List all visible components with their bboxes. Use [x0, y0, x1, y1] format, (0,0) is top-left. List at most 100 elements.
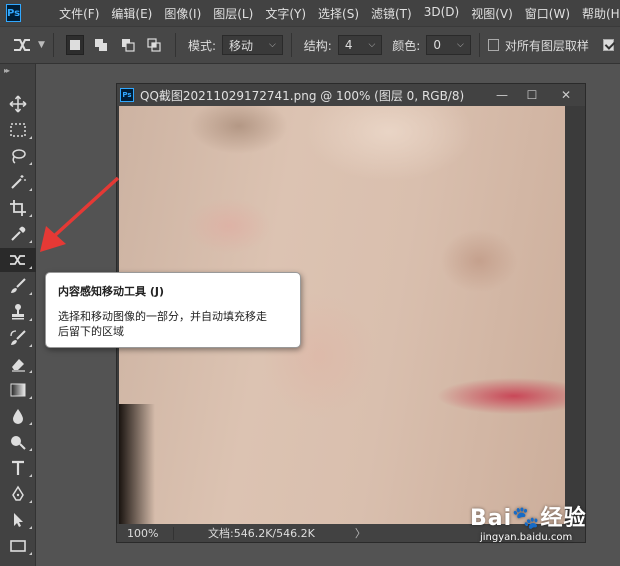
watermark-brand: Bai🐾经验 [470, 506, 587, 531]
photoshop-logo-icon: Ps [6, 4, 22, 22]
intersect-selection-icon [147, 38, 161, 52]
structure-label: 结构: [303, 38, 332, 53]
move-icon [9, 95, 27, 113]
collapse-icon[interactable]: ▸▸ [4, 66, 10, 75]
menu-help[interactable]: 帮助(H) [576, 5, 620, 22]
rectangle-tool[interactable] [0, 534, 36, 558]
add-to-selection-button[interactable] [92, 35, 110, 55]
status-menu-arrow-icon[interactable]: 〉 [355, 525, 366, 541]
submenu-indicator [29, 318, 32, 321]
eyedropper-tool[interactable] [0, 222, 36, 246]
quick-selection-tool[interactable] [0, 170, 36, 194]
eraser-tool[interactable] [0, 352, 36, 376]
submenu-indicator [29, 292, 32, 295]
mode-value: 移动 [229, 38, 254, 53]
lasso-tool[interactable] [0, 144, 36, 168]
mode-select[interactable]: 移动 ⌵ [222, 35, 283, 55]
submenu-indicator [29, 162, 32, 165]
close-button[interactable]: ✕ [551, 84, 581, 106]
path-selection-tool[interactable] [0, 508, 36, 532]
brush-tool[interactable] [0, 274, 36, 298]
intersect-selection-button[interactable] [145, 35, 163, 55]
menu-type[interactable]: 文字(Y) [259, 5, 312, 22]
type-tool[interactable] [0, 456, 36, 480]
submenu-indicator [29, 500, 32, 503]
divider [290, 33, 292, 57]
tooltip-body: 选择和移动图像的一部分，并自动填充移走 后留下的区域 [58, 309, 288, 339]
crop-icon [10, 200, 26, 216]
brush-icon [11, 278, 26, 293]
menu-view[interactable]: 视图(V) [465, 5, 519, 22]
submenu-indicator [29, 240, 32, 243]
minimize-icon: — [496, 88, 508, 102]
sample-all-layers-checkbox[interactable] [487, 39, 499, 51]
tooltip-body-line-1: 选择和移动图像的一部分，并自动填充移走 [58, 310, 267, 323]
submenu-indicator [29, 448, 32, 451]
menu-image[interactable]: 图像(I) [158, 5, 207, 22]
gradient-icon [10, 383, 26, 397]
menu-window[interactable]: 窗口(W) [519, 5, 576, 22]
new-selection-icon [70, 40, 81, 50]
history-brush-icon [10, 330, 26, 345]
history-brush-tool[interactable] [0, 326, 36, 350]
tool-preset-picker[interactable]: ▼ [12, 37, 45, 53]
close-icon: ✕ [560, 88, 572, 102]
submenu-indicator [29, 136, 32, 139]
add-selection-icon [95, 39, 108, 51]
content-aware-move-icon [14, 39, 30, 51]
dodge-icon [11, 436, 26, 450]
marquee-tool[interactable] [0, 118, 36, 142]
magic-wand-icon [11, 175, 26, 189]
rectangle-icon [10, 540, 26, 552]
submenu-indicator [29, 188, 32, 191]
dodge-tool[interactable] [0, 430, 36, 454]
document-title: QQ截图20211029172741.png @ 100% (图层 0, RGB… [140, 88, 465, 103]
new-selection-button[interactable] [65, 35, 85, 55]
blur-tool[interactable] [0, 404, 36, 428]
menu-list: 文件(F) 编辑(E) 图像(I) 图层(L) 文字(Y) 选择(S) 滤镜(T… [53, 5, 620, 22]
submenu-indicator [29, 526, 32, 529]
maximize-button[interactable]: ☐ [517, 84, 547, 106]
content-aware-move-icon [10, 255, 25, 265]
rectangular-marquee-icon [10, 123, 26, 137]
menu-layer[interactable]: 图层(L) [207, 5, 259, 22]
subtract-selection-icon [121, 39, 135, 52]
gradient-tool[interactable] [0, 378, 36, 402]
color-value: 0 [433, 38, 441, 52]
pen-tool[interactable] [0, 482, 36, 506]
clone-stamp-tool[interactable] [0, 300, 36, 324]
crop-tool[interactable] [0, 196, 36, 220]
subtract-from-selection-button[interactable] [119, 35, 137, 55]
pen-icon [12, 485, 24, 501]
zoom-level[interactable]: 100% [117, 526, 174, 540]
structure-select[interactable]: 4 ⌵ [337, 35, 383, 55]
maximize-icon: ☐ [526, 88, 538, 102]
document-size-info: 文档:546.2K/546.2K [208, 527, 315, 540]
tooltip-title: 内容感知移动工具 (J) [58, 285, 164, 298]
chevron-down-icon: ⌵ [456, 40, 464, 50]
sample-all-layers-label: 对所有图层取样 [504, 38, 589, 53]
menu-bar: Ps 文件(F) 编辑(E) 图像(I) 图层(L) 文字(Y) 选择(S) 滤… [0, 0, 620, 26]
move-tool[interactable] [0, 92, 36, 116]
color-select[interactable]: 0 ⌵ [426, 35, 471, 55]
menu-file[interactable]: 文件(F) [53, 5, 105, 22]
menu-3d[interactable]: 3D(D) [418, 5, 465, 22]
tool-tooltip: 内容感知移动工具 (J) 选择和移动图像的一部分，并自动填充移走 后留下的区域 [45, 272, 301, 348]
lasso-icon [12, 149, 26, 164]
drop-icon [13, 409, 23, 424]
transform-on-drop-checkbox[interactable] [602, 39, 614, 51]
minimize-button[interactable]: — [487, 84, 517, 106]
chevron-down-icon: ⌵ [368, 40, 376, 50]
document-title-bar[interactable]: Ps QQ截图20211029172741.png @ 100% (图层 0, … [117, 84, 585, 106]
hair-shadow [119, 404, 155, 524]
menu-edit[interactable]: 编辑(E) [105, 5, 158, 22]
submenu-indicator [29, 396, 32, 399]
menu-select[interactable]: 选择(S) [312, 5, 365, 22]
submenu-indicator [29, 552, 32, 555]
options-bar: ▼ 模式: 移动 ⌵ 结构: 4 ⌵ 颜色: 0 ⌵ 对所有图层取样 [0, 26, 620, 64]
vertical-scrollbar[interactable] [565, 106, 583, 524]
content-aware-move-tool[interactable] [0, 248, 36, 272]
menu-filter[interactable]: 滤镜(T) [365, 5, 418, 22]
submenu-indicator [29, 266, 32, 269]
eyedropper-icon [11, 226, 26, 241]
